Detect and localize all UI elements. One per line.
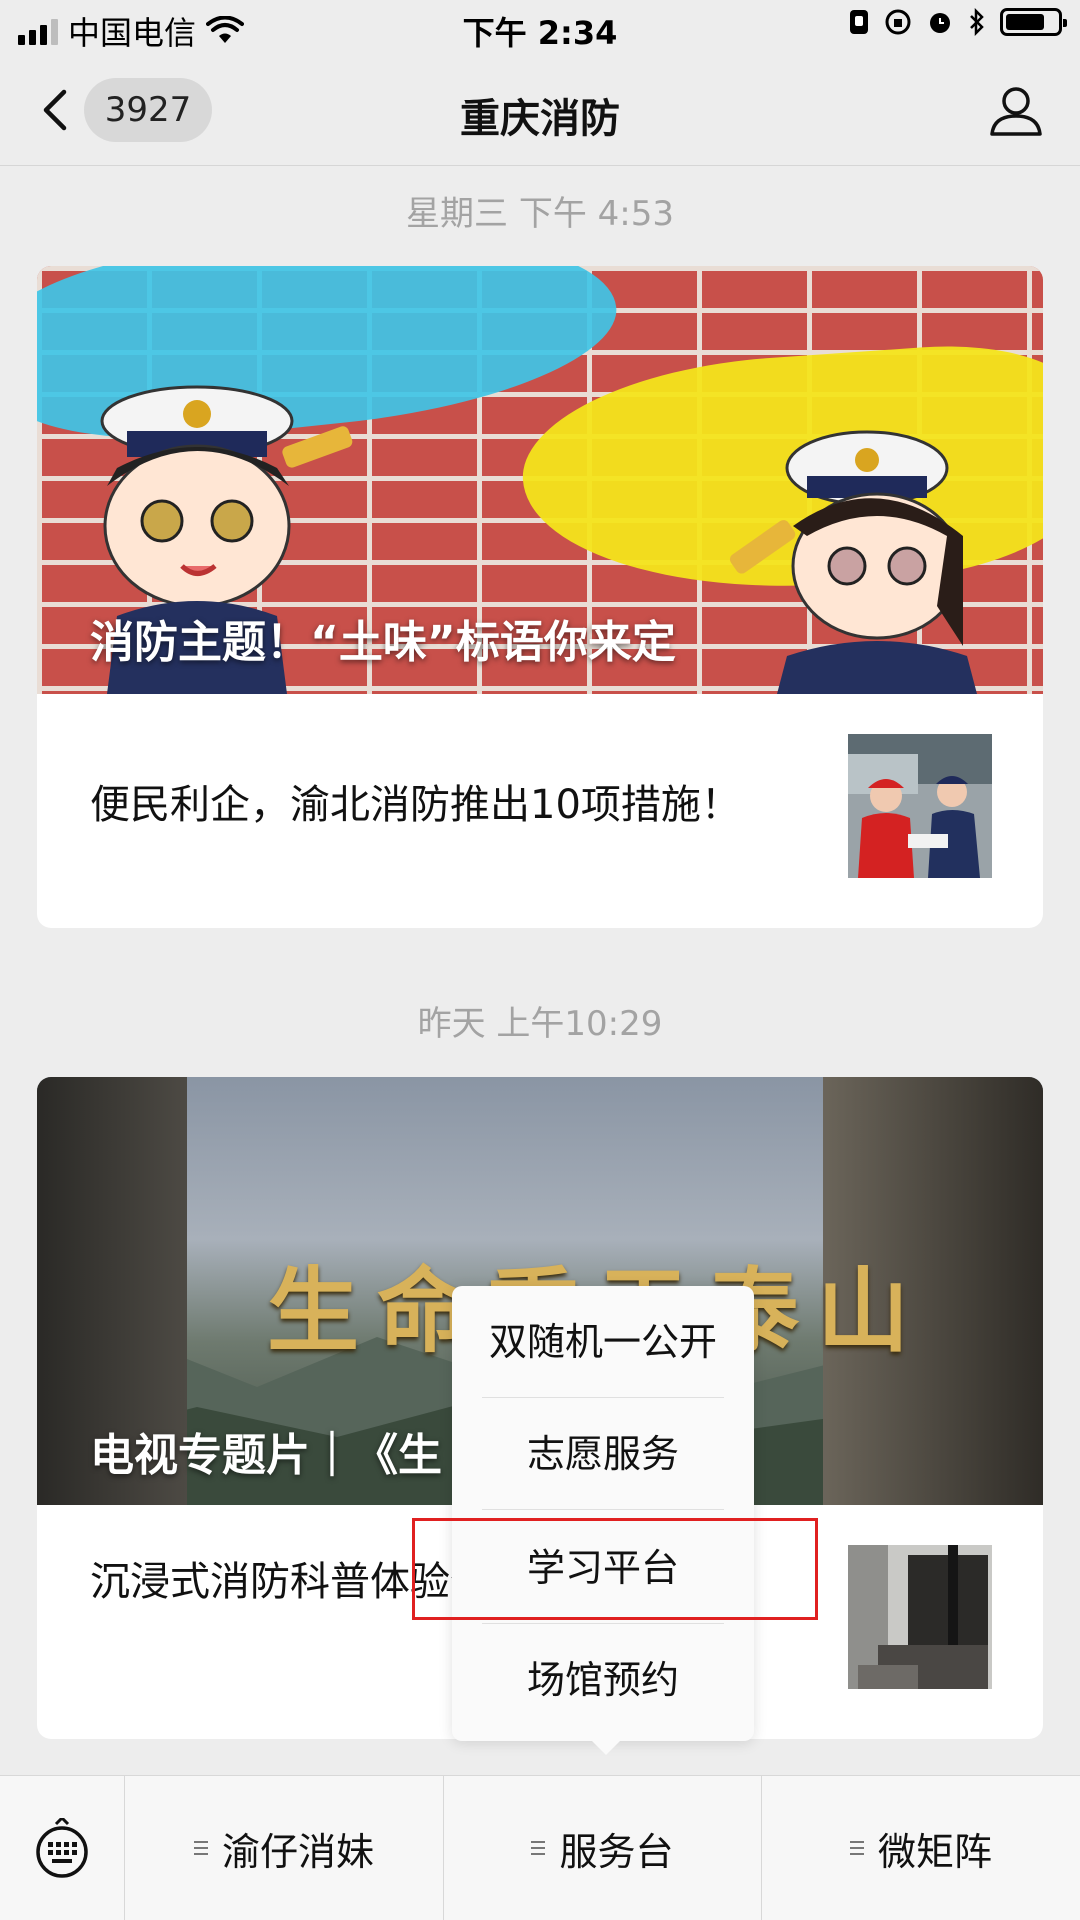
menu-tab-label: 微矩阵 (877, 1830, 992, 1874)
page-title: 重庆消防 (460, 96, 620, 142)
nav-bar: 3927 重庆消防 (0, 54, 1080, 166)
highlight-box (412, 1518, 818, 1620)
article-secondary-title[interactable]: 便民利企，渝北消防推出10项措施！ (90, 776, 741, 834)
submenu-lines-icon (531, 1840, 546, 1857)
keyboard-icon (36, 1818, 88, 1878)
message-timestamp: 昨天 上午10:29 (417, 1004, 663, 1044)
article-thumbnail[interactable] (848, 734, 992, 878)
bluetooth-icon (970, 8, 984, 36)
article-cover-title: 电视专题片｜《生 (90, 1430, 442, 1481)
menu-tab-micro-matrix[interactable]: 微矩阵 (762, 1776, 1080, 1920)
menu-item-random-inspection[interactable]: 双随机一公开 (452, 1286, 754, 1398)
message-timestamp: 星期三 下午 4:53 (406, 194, 674, 234)
article-cover-image[interactable]: 消防主题！“土味”标语你来定 (37, 266, 1043, 694)
menu-tab-label: 渝仔消妹 (221, 1830, 374, 1874)
article-thumbnail[interactable] (848, 1545, 992, 1689)
submenu-lines-icon (849, 1840, 864, 1857)
portrait-lock-icon (850, 10, 868, 34)
article-card[interactable]: 消防主题！“土味”标语你来定 便民利企，渝北消防推出10项措施！ (37, 266, 1043, 928)
battery-icon (1000, 8, 1067, 36)
alarm-icon (930, 13, 950, 33)
status-bar: 中国电信 下午 2:34 (0, 0, 1080, 54)
submenu-lines-icon (193, 1840, 208, 1857)
menu-item-volunteer-service[interactable]: 志愿服务 (452, 1398, 754, 1510)
keyboard-toggle-button[interactable] (0, 1776, 125, 1920)
menu-item-venue-booking[interactable]: 场馆预约 (452, 1624, 754, 1736)
bottom-menu-bar: 渝仔消妹 服务台 微矩阵 (0, 1775, 1080, 1920)
article-cover-title: 消防主题！“土味”标语你来定 (90, 617, 676, 668)
profile-icon[interactable] (988, 84, 1044, 138)
service-popup-menu: 双随机一公开 志愿服务 学习平台 场馆预约 (452, 1286, 754, 1755)
menu-tab-service-desk[interactable]: 服务台 (444, 1776, 762, 1920)
rotation-lock-icon (885, 9, 911, 35)
menu-tab-label: 服务台 (559, 1830, 674, 1874)
menu-tab-yuzai-xiaomei[interactable]: 渝仔消妹 (125, 1776, 444, 1920)
cartoon-firefighter-girl (729, 430, 977, 694)
